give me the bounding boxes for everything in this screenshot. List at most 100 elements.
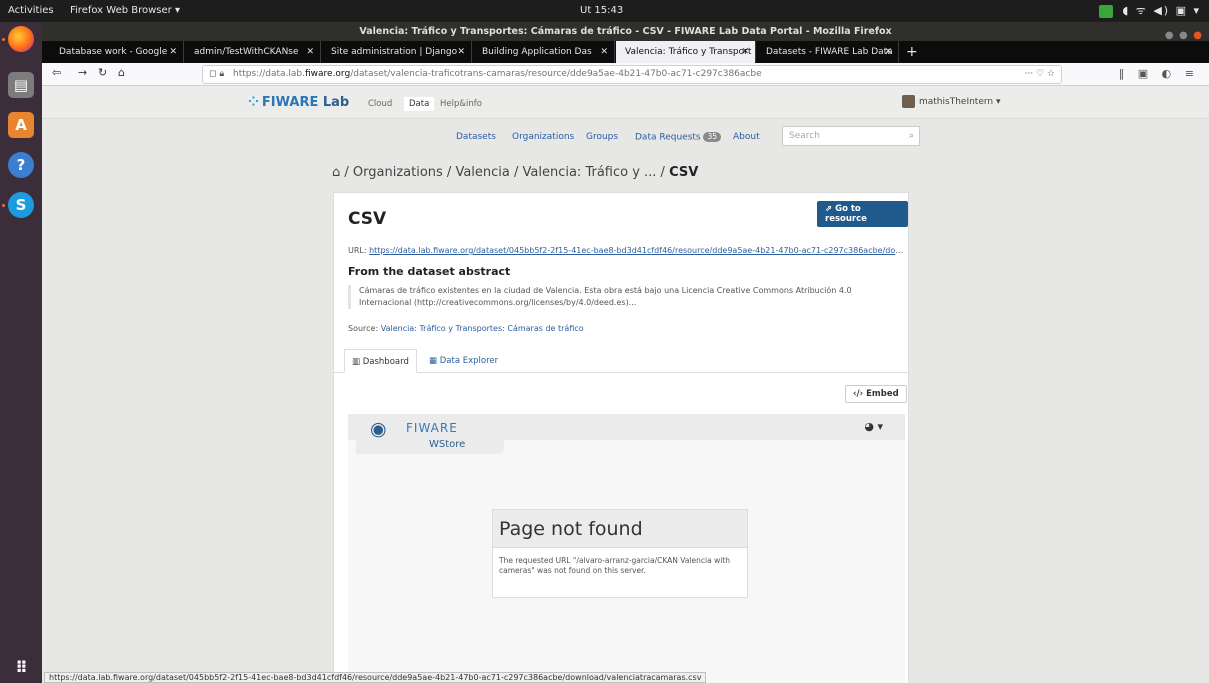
go-to-resource-button[interactable]: ⇗ Go to resource (817, 201, 908, 227)
source-link[interactable]: Valencia: Tráfico y Transportes: Cámaras… (381, 324, 584, 333)
navigation-bar: ⇦ → ↻ ⌂ ◻ 🔒︎ https://data.lab.fiware.org… (42, 63, 1209, 86)
window-title-bar: Valencia: Tráfico y Transportes: Cámaras… (42, 22, 1209, 41)
avatar (902, 95, 915, 108)
chart-icon: ▥ (352, 357, 363, 367)
fiware-lab-logo[interactable]: ⁘ FIWARE Lab (248, 95, 349, 110)
activities-button[interactable]: Activities (8, 5, 54, 16)
reload-icon[interactable]: ↻ (98, 66, 107, 79)
nav-datasets[interactable]: Datasets (456, 132, 496, 142)
tab-label: Valencia: Tráfico y Transport (625, 47, 752, 57)
firefox-icon[interactable] (8, 26, 34, 52)
abstract-heading: From the dataset abstract (348, 265, 511, 278)
resource-panel: ⇗ Go to resource CSV URL: https://data.l… (333, 192, 910, 683)
url-prefix: https://data.lab. (233, 69, 305, 79)
system-top-bar: Activities Firefox Web Browser ▾ Ut 15:4… (0, 0, 1209, 22)
tab-google-docs[interactable]: Database work - Google ✕ (50, 41, 184, 63)
close-tab-icon[interactable]: ✕ (169, 41, 177, 63)
user-menu[interactable]: mathisTheIntern ▾ (902, 95, 1001, 108)
page-content: ⁘ FIWARE Lab Cloud Data Help&info mathisT… (42, 86, 1209, 683)
close-tab-icon[interactable]: ✕ (306, 41, 314, 63)
search-placeholder: Search (789, 131, 820, 141)
logo-text: FIWARE (261, 95, 319, 110)
wstore-sub: WStore (429, 439, 466, 450)
tab-datasets[interactable]: Datasets - FIWARE Lab Data ✕ (757, 41, 899, 63)
close-window-icon[interactable]: ● (1193, 30, 1203, 41)
wstore-brand: FIWARE (406, 421, 458, 435)
tab-explorer-label: Data Explorer (439, 356, 499, 366)
skype-icon[interactable]: S (8, 192, 34, 218)
home-icon[interactable]: ⌂ (118, 66, 125, 79)
files-icon[interactable]: ▤ (8, 72, 34, 98)
clock[interactable]: Ut 15:43 (580, 5, 623, 16)
tab-building-app[interactable]: Building Application Das ✕ (473, 41, 615, 63)
tab-label: Datasets - FIWARE Lab Data (766, 47, 893, 57)
software-store-icon[interactable]: A (8, 112, 34, 138)
nav-organizations[interactable]: Organizations (512, 132, 574, 142)
resource-url-link[interactable]: https://data.lab.fiware.org/dataset/045b… (369, 246, 904, 255)
view-tabs: ▥ Dashboard ▦ Data Explorer (334, 349, 910, 373)
url-path: /dataset/valencia-traficotrans-camaras/r… (350, 69, 762, 79)
wstore-logo[interactable]: ◉ FIWARE WStore (356, 414, 504, 454)
update-icon[interactable] (1098, 4, 1113, 18)
source-label: Source: (348, 324, 381, 333)
dock: ▤ A ? S ⠿ (0, 22, 42, 683)
url-bar[interactable]: ◻ 🔒︎ https://data.lab.fiware.org/dataset… (202, 65, 1062, 84)
system-tray[interactable]: ◖ ᯤ ◀) ▣ ▾ (1098, 3, 1202, 18)
external-link-icon: ⇗ (825, 204, 836, 214)
tab-label: admin/TestWithCKANse (194, 47, 299, 57)
tab-testwithckan[interactable]: admin/TestWithCKANse ✕ (185, 41, 321, 63)
embed-button[interactable]: ‹/› Embed (845, 385, 907, 403)
nav-about[interactable]: About (733, 132, 760, 142)
close-tab-icon[interactable]: ✕ (457, 41, 465, 63)
tab-data-explorer[interactable]: ▦ Data Explorer (422, 349, 505, 373)
site-masthead: ⁘ FIWARE Lab Cloud Data Help&info mathisT… (42, 86, 1209, 119)
dataset-abstract: Cámaras de tráfico existentes en la ciud… (348, 285, 904, 309)
not-found-title: Page not found (493, 510, 747, 548)
tab-django-admin[interactable]: Site administration | Django ✕ (322, 41, 472, 63)
close-tab-icon[interactable]: ✕ (741, 41, 749, 63)
resource-title: CSV (348, 209, 387, 229)
data-requests-badge: 35 (703, 132, 722, 142)
embed-label: Embed (866, 389, 899, 399)
nav-data[interactable]: Data (404, 97, 435, 111)
status-bar: https://data.lab.fiware.org/dataset/045b… (44, 672, 707, 683)
nav-data-requests[interactable]: Data Requests 35 (635, 132, 722, 143)
lock-icon[interactable]: ◻ 🔒︎ (209, 66, 224, 83)
nav-help[interactable]: Help&info (440, 99, 482, 109)
dashboard-iframe: ◉ FIWARE WStore ◕ ▾ Page not found The r… (348, 414, 905, 683)
search-icon[interactable]: ⌕ (909, 127, 914, 145)
page-actions-icon[interactable]: ··· ♡ ☆ (1025, 66, 1055, 83)
tab-label: Database work - Google (59, 47, 168, 57)
breadcrumb-current: CSV (669, 165, 699, 180)
wstore-user-menu[interactable]: ◕ ▾ (864, 420, 883, 433)
tab-dashboard-label: Dashboard (362, 357, 409, 367)
running-indicator (2, 204, 5, 207)
not-found-message: The requested URL "/alvaro-arranz-garcia… (499, 556, 730, 575)
code-icon: ‹/› (853, 389, 867, 399)
logo-dots-icon: ⁘ (248, 95, 259, 110)
resource-url: URL: https://data.lab.fiware.org/dataset… (348, 246, 904, 255)
secondary-nav: Datasets Organizations Groups Data Reque… (42, 119, 1209, 157)
toolbar-icons[interactable]: ‖ ▣ ◐ ≡ (1119, 67, 1199, 80)
forward-icon[interactable]: → (78, 66, 87, 79)
close-tab-icon[interactable]: ✕ (600, 41, 608, 63)
nav-cloud[interactable]: Cloud (368, 99, 392, 109)
breadcrumb: ⌂ / Organizations / Valencia / Valencia:… (332, 165, 698, 180)
tab-label: Building Application Das (482, 47, 592, 57)
url-label: URL: (348, 246, 370, 255)
data-requests-label: Data Requests (635, 132, 701, 143)
breadcrumb-trail[interactable]: / Organizations / Valencia / Valencia: T… (340, 165, 669, 180)
close-tab-icon[interactable]: ✕ (884, 41, 892, 63)
help-icon[interactable]: ? (8, 152, 34, 178)
fiware-swirl-icon: ◉ (370, 418, 387, 440)
nav-groups[interactable]: Groups (586, 132, 618, 142)
tab-dashboard[interactable]: ▥ Dashboard (344, 349, 417, 373)
username: mathisTheIntern ▾ (919, 97, 1001, 107)
new-tab-button[interactable]: + (906, 41, 918, 63)
not-found-box: Page not found The requested URL "/alvar… (492, 509, 748, 598)
show-apps-icon[interactable]: ⠿ (8, 654, 34, 680)
search-input[interactable]: Search ⌕ (782, 126, 920, 146)
tab-valencia-active[interactable]: Valencia: Tráfico y Transport ✕ (616, 41, 756, 63)
app-menu[interactable]: Firefox Web Browser ▾ (70, 5, 180, 16)
back-icon[interactable]: ⇦ (52, 66, 61, 79)
